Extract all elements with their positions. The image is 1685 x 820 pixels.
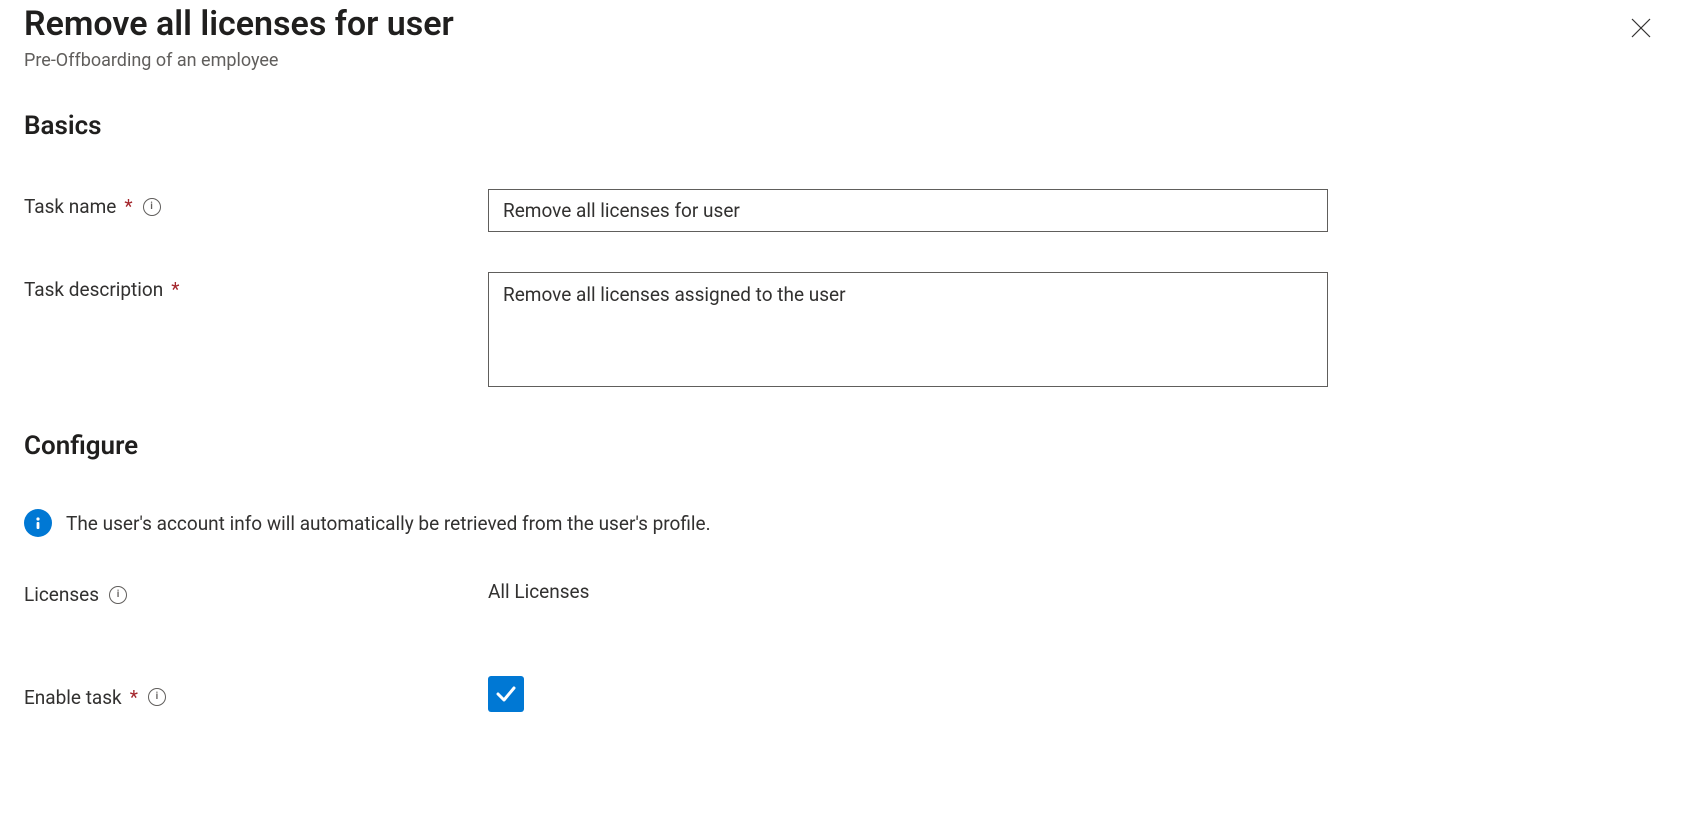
info-icon <box>24 509 52 537</box>
info-banner: The user's account info will automatical… <box>24 509 1661 537</box>
info-icon[interactable]: i <box>143 198 161 216</box>
licenses-value: All Licenses <box>488 580 589 603</box>
task-name-label: Task name <box>24 195 116 218</box>
enable-task-checkbox[interactable] <box>488 676 524 712</box>
close-button[interactable] <box>1625 12 1657 44</box>
info-icon[interactable]: i <box>109 586 127 604</box>
task-description-row: Task description * <box>24 272 1661 391</box>
basics-heading: Basics <box>24 111 1661 141</box>
task-description-label: Task description <box>24 278 163 301</box>
enable-task-label: Enable task <box>24 686 122 709</box>
task-name-row: Task name * i <box>24 189 1661 232</box>
licenses-row: Licenses i All Licenses <box>24 577 1661 606</box>
close-icon <box>1630 17 1652 39</box>
licenses-label: Licenses <box>24 583 99 606</box>
page-title: Remove all licenses for user <box>24 4 454 44</box>
required-asterisk: * <box>171 278 179 301</box>
required-asterisk: * <box>130 686 138 709</box>
info-banner-text: The user's account info will automatical… <box>66 512 711 535</box>
configure-heading: Configure <box>24 431 1661 461</box>
info-icon[interactable]: i <box>148 688 166 706</box>
task-name-input[interactable] <box>488 189 1328 232</box>
required-asterisk: * <box>124 195 132 218</box>
enable-task-row: Enable task * i <box>24 676 1661 712</box>
check-icon <box>494 682 518 706</box>
task-description-input[interactable] <box>488 272 1328 387</box>
page-subtitle: Pre-Offboarding of an employee <box>24 50 454 71</box>
